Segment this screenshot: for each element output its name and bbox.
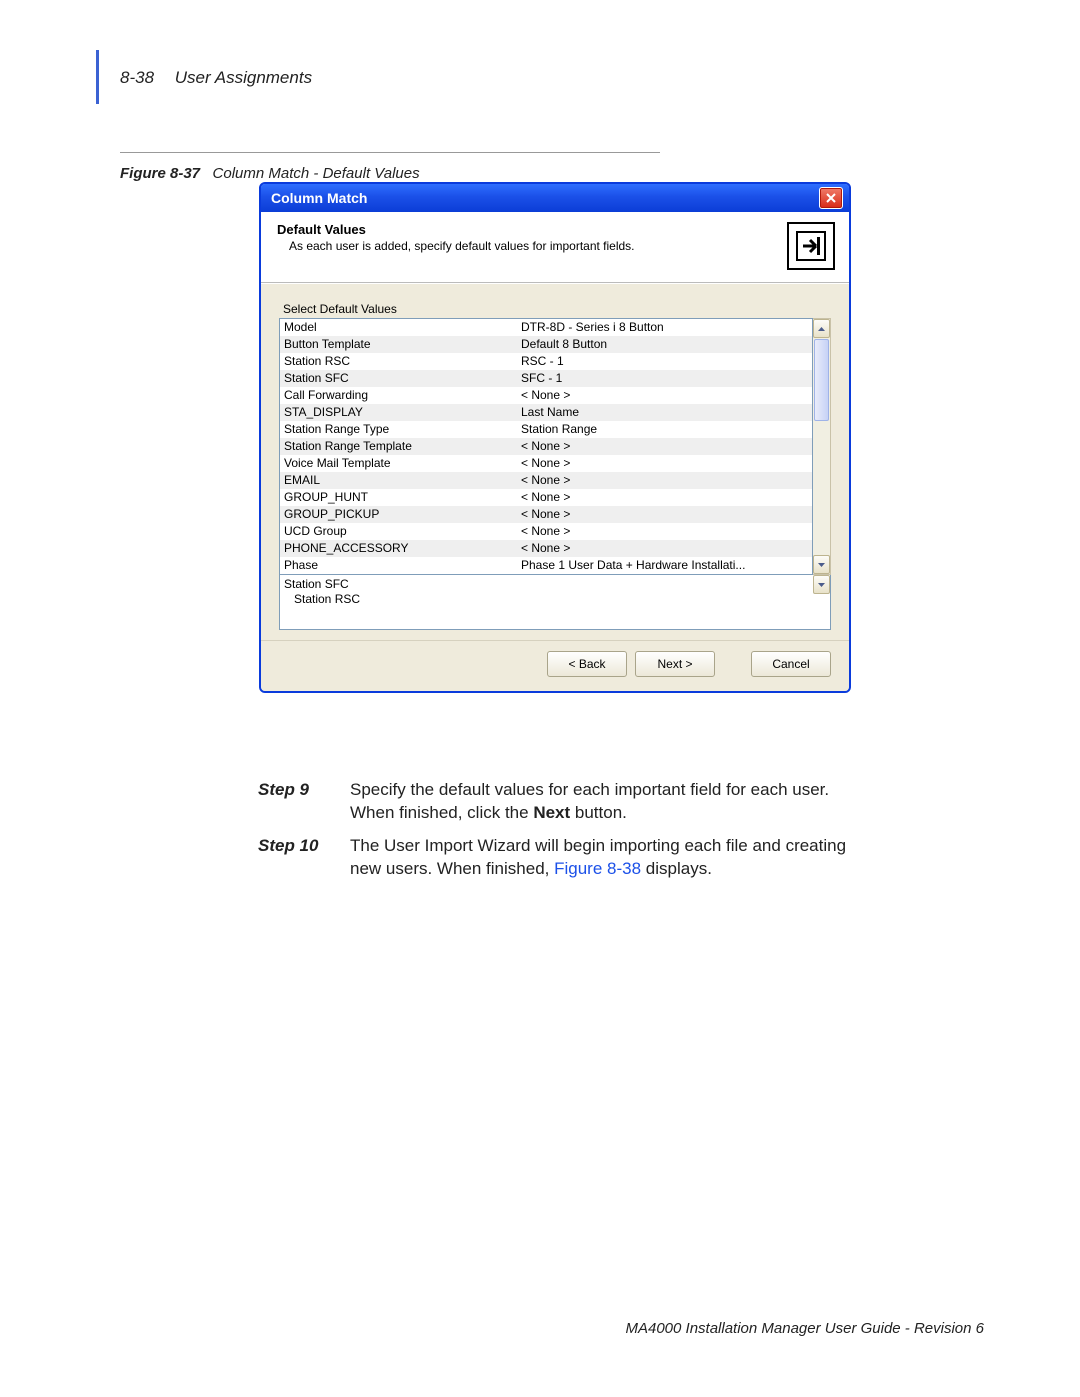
field-name: PHONE_ACCESSORY <box>280 540 519 557</box>
instruction-steps: Step 9 Specify the default values for ea… <box>258 779 848 891</box>
table-row[interactable]: ModelDTR-8D - Series i 8 Button <box>280 319 812 336</box>
chevron-down-icon <box>818 563 825 567</box>
table-row[interactable]: Button TemplateDefault 8 Button <box>280 336 812 353</box>
arrow-box-icon <box>796 231 826 261</box>
field-value[interactable]: < None > <box>519 540 812 557</box>
field-value[interactable]: < None > <box>519 455 812 472</box>
field-name: Station RSC <box>280 353 519 370</box>
field-name: Button Template <box>280 336 519 353</box>
figure-label: Figure 8-37 <box>120 165 200 182</box>
table-row[interactable]: Voice Mail Template< None > <box>280 455 812 472</box>
field-name: UCD Group <box>280 523 519 540</box>
dialog-body: Select Default Values ModelDTR-8D - Seri… <box>261 283 849 640</box>
field-value[interactable]: < None > <box>519 472 812 489</box>
section-description: As each user is added, specify default v… <box>289 239 777 253</box>
step-text: Specify the default values for each impo… <box>350 779 848 825</box>
field-value[interactable]: SFC - 1 <box>519 370 812 387</box>
next-button[interactable]: Next > <box>635 651 715 677</box>
scroll-down-button[interactable] <box>813 555 830 574</box>
figure-caption: Figure 8-37 Column Match - Default Value… <box>120 152 660 182</box>
page-header: 8-38 User Assignments <box>120 68 312 88</box>
section-heading: Default Values <box>277 222 777 237</box>
field-name: EMAIL <box>280 472 519 489</box>
table-row[interactable]: Station Range TypeStation Range <box>280 421 812 438</box>
column-match-dialog: Column Match Default Values As each user… <box>259 182 851 693</box>
table-row[interactable]: Station Range Template< None > <box>280 438 812 455</box>
field-name: Voice Mail Template <box>280 455 519 472</box>
close-button[interactable] <box>819 187 843 209</box>
step-label: Step 9 <box>258 779 350 825</box>
table-row[interactable]: UCD Group< None > <box>280 523 812 540</box>
scroll-up-button[interactable] <box>813 319 830 338</box>
field-value[interactable]: < None > <box>519 438 812 455</box>
table-row[interactable]: Station RSCRSC - 1 <box>280 353 812 370</box>
chevron-down-icon <box>818 583 825 587</box>
table-row[interactable]: GROUP_HUNT< None > <box>280 489 812 506</box>
field-name: Model <box>280 319 519 336</box>
field-value[interactable]: < None > <box>519 523 812 540</box>
figure-link[interactable]: Figure 8-38 <box>554 859 641 878</box>
page-number: 8-38 <box>120 68 154 87</box>
table-row[interactable]: PHONE_ACCESSORY< None > <box>280 540 812 557</box>
field-value[interactable]: Phase 1 User Data + Hardware Installati.… <box>519 557 812 574</box>
section-accent-bar <box>96 50 99 104</box>
field-name: Station Range Type <box>280 421 519 438</box>
step-10: Step 10 The User Import Wizard will begi… <box>258 835 848 881</box>
field-name: Phase <box>280 557 519 574</box>
step-text: The User Import Wizard will begin import… <box>350 835 848 881</box>
field-value[interactable]: < None > <box>519 489 812 506</box>
table-row[interactable]: STA_DISPLAYLast Name <box>280 404 812 421</box>
table-row[interactable]: Station SFCSFC - 1 <box>280 370 812 387</box>
step-label: Step 10 <box>258 835 350 881</box>
dialog-header-section: Default Values As each user is added, sp… <box>261 212 849 283</box>
close-icon <box>826 193 836 203</box>
scroll-thumb[interactable] <box>814 339 829 421</box>
cancel-button[interactable]: Cancel <box>751 651 831 677</box>
field-value[interactable]: < None > <box>519 387 812 404</box>
default-values-table[interactable]: ModelDTR-8D - Series i 8 ButtonButton Te… <box>279 318 813 575</box>
detail-line-2: Station RSC <box>284 592 826 607</box>
window-title: Column Match <box>271 190 819 206</box>
table-label: Select Default Values <box>283 302 831 316</box>
table-row[interactable]: GROUP_PICKUP< None > <box>280 506 812 523</box>
field-name: Station Range Template <box>280 438 519 455</box>
field-value[interactable]: RSC - 1 <box>519 353 812 370</box>
table-row[interactable]: EMAIL< None > <box>280 472 812 489</box>
chevron-up-icon <box>818 327 825 331</box>
field-value[interactable]: Default 8 Button <box>519 336 812 353</box>
dialog-button-row: < Back Next > Cancel <box>261 640 849 691</box>
table-scrollbar[interactable] <box>813 318 831 575</box>
detail-line-1: Station SFC <box>284 577 826 592</box>
field-name: STA_DISPLAY <box>280 404 519 421</box>
table-row[interactable]: PhasePhase 1 User Data + Hardware Instal… <box>280 557 812 574</box>
field-name: GROUP_HUNT <box>280 489 519 506</box>
back-button[interactable]: < Back <box>547 651 627 677</box>
field-name: GROUP_PICKUP <box>280 506 519 523</box>
field-name: Station SFC <box>280 370 519 387</box>
figure-title: Column Match - Default Values <box>213 165 420 182</box>
field-name: Call Forwarding <box>280 387 519 404</box>
field-value[interactable]: Last Name <box>519 404 812 421</box>
field-value[interactable]: DTR-8D - Series i 8 Button <box>519 319 812 336</box>
titlebar: Column Match <box>261 184 849 212</box>
section-title: User Assignments <box>175 68 312 87</box>
step-9: Step 9 Specify the default values for ea… <box>258 779 848 825</box>
field-value[interactable]: Station Range <box>519 421 812 438</box>
wizard-icon <box>787 222 835 270</box>
detail-panel: Station SFC Station RSC <box>279 575 831 630</box>
table-row[interactable]: Call Forwarding< None > <box>280 387 812 404</box>
detail-scroll-down-button[interactable] <box>813 575 830 594</box>
field-value[interactable]: < None > <box>519 506 812 523</box>
document-footer: MA4000 Installation Manager User Guide -… <box>625 1320 984 1337</box>
